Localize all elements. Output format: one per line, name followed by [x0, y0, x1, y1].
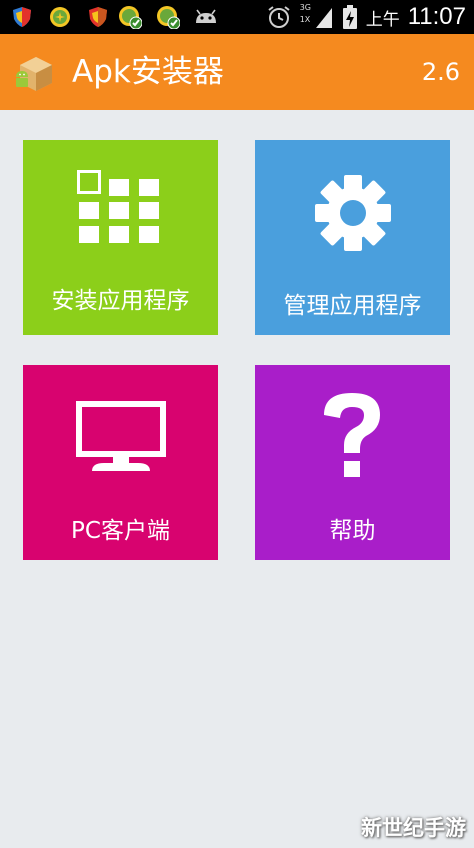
game-app-check-icon-2 [157, 6, 180, 29]
shield-app-icon [13, 7, 31, 27]
status-bar: 3G 1X 上午 11:07 [0, 0, 474, 34]
install-apps-label: 安装应用程序 [51, 288, 190, 314]
manage-apps-label: 管理应用程序 [283, 293, 422, 319]
network-sub-label: 1X [299, 15, 311, 24]
install-apps-tile[interactable]: 安装应用程序 [23, 140, 218, 335]
app-version: 2.6 [421, 58, 460, 86]
gear-icon [315, 175, 391, 251]
status-bar-right: 3G 1X 上午 11:07 [266, 0, 466, 34]
alarm-clock-icon [268, 6, 290, 28]
shield-app-icon-2 [89, 7, 107, 27]
watermark-text: 新世纪手游 [361, 816, 466, 840]
help-label: 帮助 [329, 518, 376, 544]
game-app-check-icon [119, 6, 142, 29]
manage-apps-tile[interactable]: 管理应用程序 [255, 140, 450, 335]
app-title: Apk安装器 [72, 54, 224, 90]
app-title-bar: Apk安装器 2.6 [0, 34, 474, 110]
clock-time: 11:07 [407, 3, 466, 30]
time-period: 上午 [365, 9, 400, 30]
apk-box-logo-icon [16, 57, 52, 91]
monitor-icon [76, 401, 166, 471]
signal-bars-icon [315, 8, 332, 28]
network-type-label: 3G [299, 3, 312, 12]
pc-client-label: PC客户端 [71, 518, 170, 544]
android-robot-icon [196, 9, 216, 23]
grid-apps-icon [77, 170, 159, 243]
game-app-icon [50, 7, 70, 27]
help-tile[interactable]: 帮助 [255, 365, 450, 560]
pc-client-tile[interactable]: PC客户端 [23, 365, 218, 560]
signal-indicator: 3G 1X [300, 2, 334, 32]
question-mark-icon [324, 393, 380, 477]
battery-charging-icon [342, 5, 357, 29]
